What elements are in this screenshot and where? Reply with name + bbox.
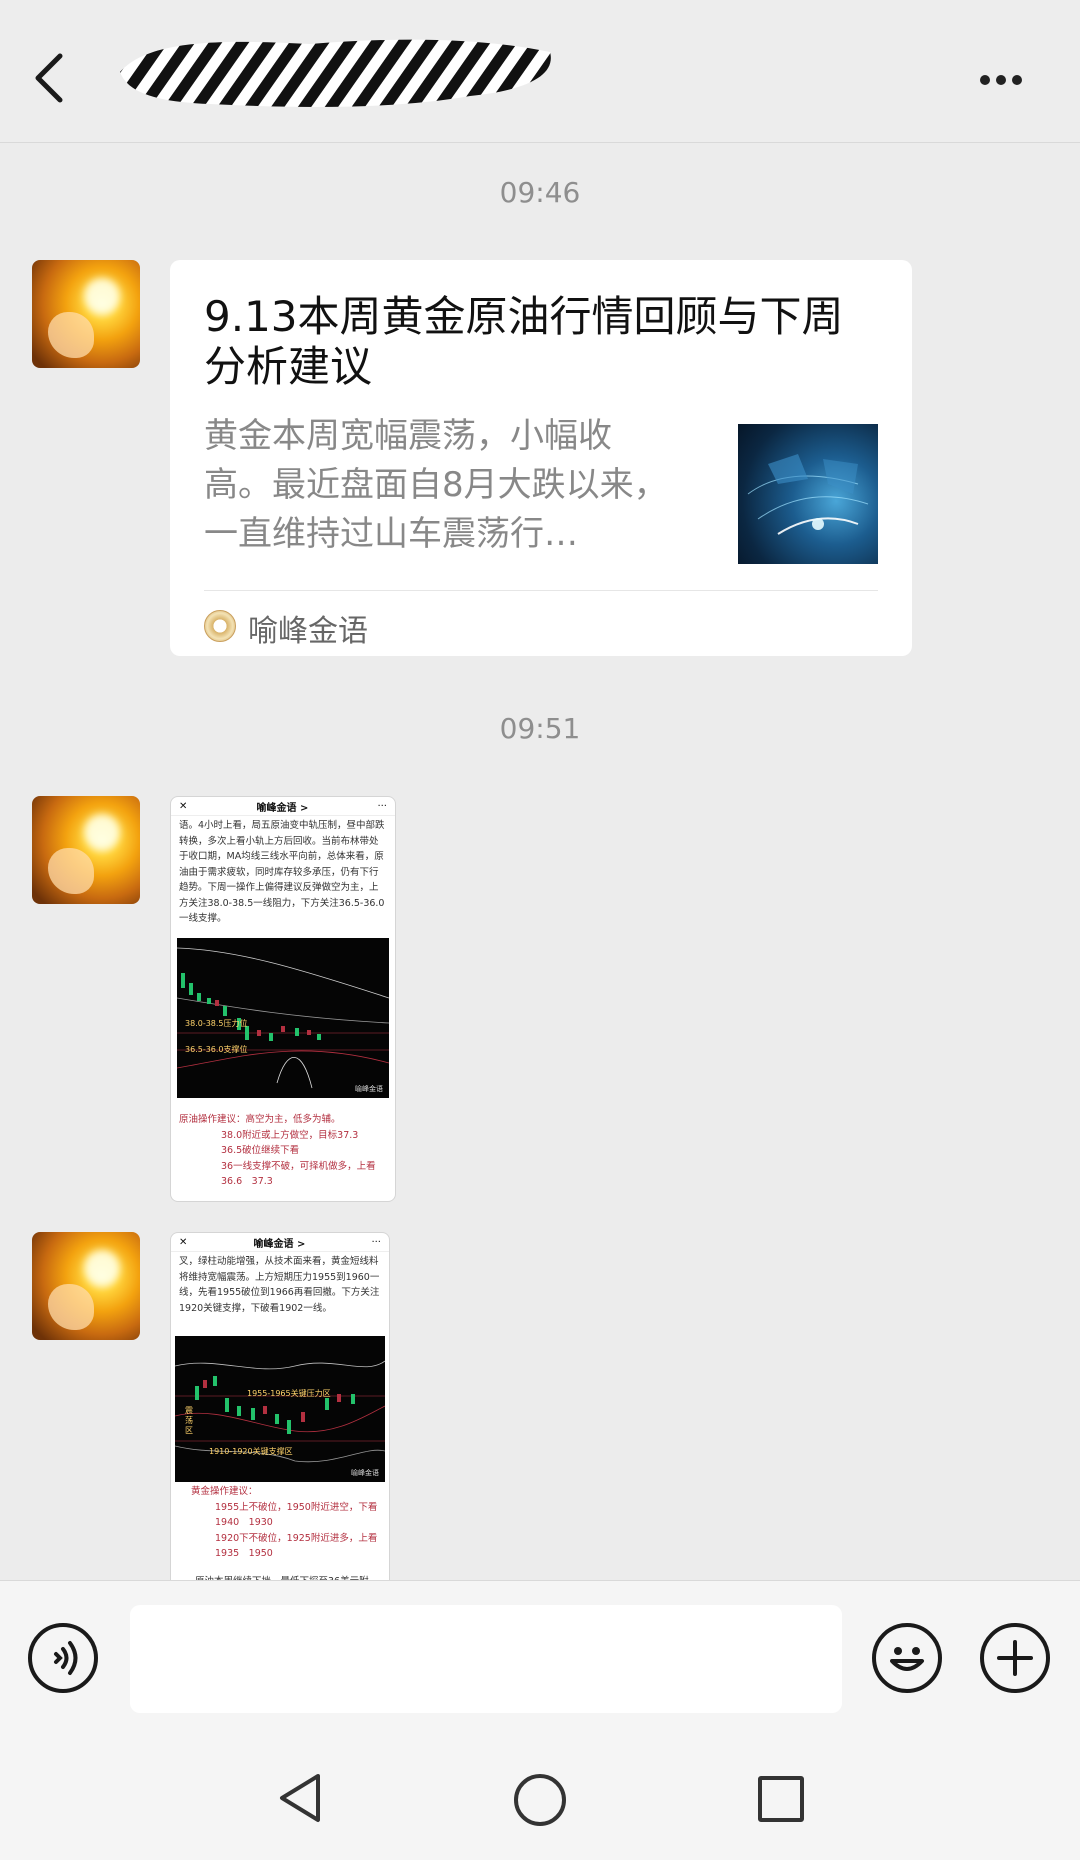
- image-header-title: 喻峰金语 >: [253, 1238, 306, 1250]
- avatar[interactable]: [32, 796, 140, 904]
- advice-title: 黄金操作建议：: [191, 1486, 258, 1497]
- image-body-text: 语。4小时上看，局五原油变中轨压制，昼中部跌转换，多次上看小轨上方后回收。当前布…: [179, 820, 385, 924]
- advice-title: 原油操作建议：高空为主，低多为辅。: [179, 1114, 341, 1125]
- avatar[interactable]: [32, 260, 140, 368]
- article-title: 9.13本周黄金原油行情回顾与下周分析建议: [204, 292, 844, 391]
- avatar[interactable]: [32, 1232, 140, 1340]
- article-card[interactable]: 9.13本周黄金原油行情回顾与下周分析建议 黄金本周宽幅震荡，小幅收高。最近盘面…: [170, 260, 912, 656]
- article-thumbnail: [738, 424, 878, 564]
- image-message[interactable]: ✕ 喻峰金语 > ··· 语。4小时上看，局五原油变中轨压制，昼中部跌转换，多次…: [170, 796, 396, 1202]
- input-bar: [0, 1580, 1080, 1731]
- article-source: 喻峰金语: [248, 614, 368, 649]
- candlestick-chart: 1955-1965关键压力区 震荡区 1910-1920关键支撑区 喻峰金语: [175, 1336, 385, 1482]
- image-header: ✕ 喻峰金语 > ···: [171, 1233, 389, 1252]
- candlestick-chart: 38.0-38.5压力位 36.5-36.0支撑位 喻峰金语: [177, 938, 389, 1098]
- advice-line: 1920下不破位，1925附近进多，上看1935 1950: [215, 1532, 378, 1560]
- top-bar: [0, 0, 1080, 143]
- nav-recent-icon[interactable]: [758, 1776, 804, 1822]
- chart-label: 震荡区: [185, 1406, 193, 1435]
- chart-label: 1910-1920关键支撑区: [209, 1447, 293, 1456]
- nav-back-icon[interactable]: [278, 1773, 322, 1823]
- back-arrow-icon[interactable]: [28, 42, 76, 112]
- close-icon: ✕: [179, 800, 188, 812]
- chart-label: 1955-1965关键压力区: [247, 1389, 331, 1398]
- nav-home-icon[interactable]: [514, 1774, 566, 1826]
- close-icon: ✕: [179, 1236, 188, 1248]
- timestamp: 09:51: [499, 712, 581, 745]
- chat-title-redacted: [110, 30, 560, 114]
- image-body-text: 叉，绿柱动能增强，从技术面来看，黄金短线料将维持宽幅震荡。上方短期压力1955到…: [179, 1256, 380, 1314]
- image-header-title: 喻峰金语 >: [256, 802, 309, 814]
- divider: [204, 590, 878, 591]
- chart-watermark: 喻峰金语: [351, 1469, 379, 1477]
- system-nav-bar: [0, 1730, 1080, 1860]
- more-dots-icon[interactable]: [970, 60, 1030, 96]
- article-description: 黄金本周宽幅震荡，小幅收高。最近盘面自8月大跌以来，一直维持过山车震荡行…: [204, 416, 668, 554]
- more-dots-icon: ···: [371, 1236, 381, 1248]
- chart-label: 36.5-36.0支撑位: [185, 1045, 248, 1054]
- plus-icon[interactable]: [980, 1623, 1050, 1693]
- emoji-icon[interactable]: [872, 1623, 942, 1693]
- chart-watermark: 喻峰金语: [355, 1085, 383, 1093]
- advice-line: 36一线支撑不破，可择机做多，上看36.6 37.3: [221, 1160, 376, 1188]
- timestamp: 09:46: [499, 176, 581, 209]
- message-input[interactable]: [130, 1605, 842, 1713]
- advice-line: 1955上不破位，1950附近进空，下看1940 1930: [215, 1501, 378, 1529]
- source-logo-icon: [204, 610, 236, 642]
- advice-line: 38.0附近或上方做空，目标37.3 36.5破位继续下看: [221, 1129, 368, 1157]
- more-dots-icon: ···: [377, 800, 387, 812]
- image-message[interactable]: ✕ 喻峰金语 > ··· 叉，绿柱动能增强，从技术面来看，黄金短线料将维持宽幅震…: [170, 1232, 390, 1581]
- image-header: ✕ 喻峰金语 > ···: [171, 797, 395, 816]
- voice-icon[interactable]: [28, 1623, 98, 1693]
- chart-label: 38.0-38.5压力位: [185, 1019, 248, 1028]
